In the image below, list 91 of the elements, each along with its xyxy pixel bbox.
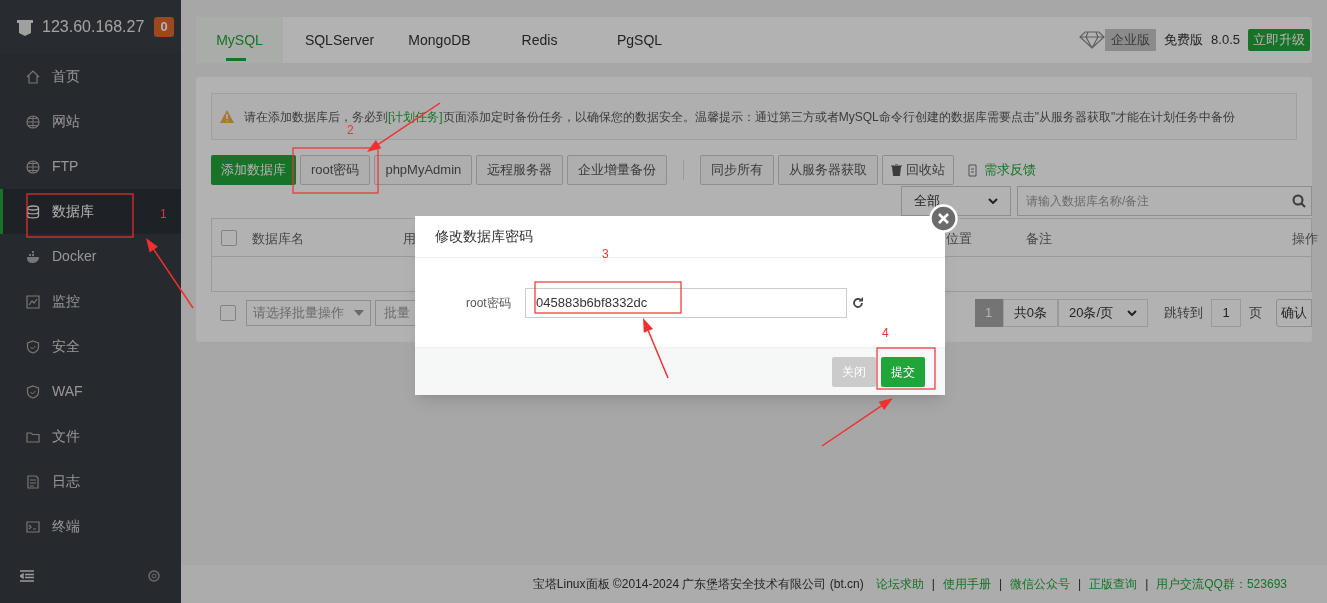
sidebar-item[interactable]: 网站 bbox=[0, 99, 181, 144]
recycle-bin-button[interactable]: 回收站 bbox=[882, 155, 955, 185]
column-header: 操作 bbox=[1292, 230, 1318, 248]
database-icon bbox=[26, 204, 40, 219]
footer-link[interactable]: 论坛求助 bbox=[875, 575, 924, 593]
footer-link[interactable]: 微信公众号 bbox=[1010, 575, 1071, 593]
enterprise-label[interactable]: 企业版 bbox=[1105, 29, 1157, 51]
page-number-field[interactable]: 1 bbox=[1211, 299, 1241, 327]
annotation-arrow bbox=[643, 318, 669, 379]
jump-label: 跳转到 bbox=[1164, 304, 1203, 323]
annotation-arrow bbox=[821, 398, 893, 447]
total-count: 共0条 bbox=[1002, 299, 1058, 327]
page-size-select[interactable]: 20条/页 bbox=[1057, 299, 1148, 327]
column-header: 备注 bbox=[1026, 230, 1052, 248]
document-icon bbox=[26, 474, 40, 489]
toolbar-button[interactable]: root密码 bbox=[300, 155, 371, 185]
tower-icon bbox=[16, 17, 34, 37]
toolbar-button[interactable]: 企业增量备份 bbox=[567, 155, 668, 185]
refresh-icon[interactable] bbox=[852, 296, 864, 309]
globe-icon bbox=[26, 159, 40, 174]
search-icon[interactable] bbox=[1292, 194, 1306, 208]
column-header: 用 bbox=[403, 230, 416, 248]
toolbar-button[interactable]: phpMyAdmin bbox=[374, 155, 473, 185]
sidebar-item[interactable]: FTP bbox=[0, 144, 181, 189]
footer-link[interactable]: 正版查询 bbox=[1089, 575, 1138, 593]
toolbar-button[interactable]: 同步所有 bbox=[700, 155, 775, 185]
server-address: 123.60.168.27 bbox=[42, 17, 145, 37]
separator: | bbox=[931, 576, 935, 593]
separator: | bbox=[998, 576, 1003, 593]
shield-icon bbox=[26, 339, 40, 354]
notification-badge[interactable]: 0 bbox=[154, 17, 174, 37]
chevron-icon bbox=[988, 198, 998, 204]
chevron-icon bbox=[1127, 310, 1137, 316]
chart-icon bbox=[26, 294, 40, 309]
sidebar-item[interactable]: 安全 bbox=[0, 324, 181, 369]
submit-button[interactable]: 提交 bbox=[881, 356, 925, 387]
terminal-icon bbox=[26, 519, 40, 534]
upgrade-button[interactable]: 立即升级 bbox=[1248, 29, 1310, 51]
column-header: 位置 bbox=[946, 230, 972, 248]
batch-checkbox[interactable] bbox=[220, 305, 236, 321]
home-icon bbox=[26, 69, 40, 84]
recycle-bin-label: 回收站 bbox=[906, 161, 946, 180]
settings-icon[interactable] bbox=[147, 569, 161, 583]
field-label: root密码 bbox=[466, 294, 512, 312]
annotation-number: 3 bbox=[602, 246, 609, 263]
separator: | bbox=[1078, 576, 1082, 593]
annotation-number: 4 bbox=[882, 325, 889, 342]
collapse-icon[interactable] bbox=[20, 570, 34, 582]
trash-icon bbox=[891, 164, 903, 176]
confirm-button[interactable]: 确认 bbox=[1276, 299, 1312, 327]
tab[interactable]: SQLServer bbox=[296, 17, 383, 63]
tab[interactable]: MySQL bbox=[196, 17, 283, 63]
annotation-box bbox=[876, 347, 936, 390]
password-field[interactable]: 045883b6bf8332dc bbox=[525, 287, 847, 318]
sidebar-item[interactable]: 文件 bbox=[0, 414, 181, 459]
page-unit-label: 页 bbox=[1249, 304, 1262, 323]
tab[interactable]: Redis bbox=[496, 17, 583, 63]
sidebar-item[interactable]: 终端 bbox=[0, 504, 181, 549]
batch-select[interactable]: 请选择批量操作 bbox=[246, 300, 371, 326]
toolbar-button[interactable]: 从服务器获取 bbox=[778, 155, 879, 185]
dialog-title: 修改数据库密码 bbox=[435, 227, 533, 246]
footer-link[interactable]: 用户交流QQ群：523693 bbox=[1156, 575, 1287, 593]
edition-label: 免费版 bbox=[1164, 31, 1204, 50]
separator: | bbox=[1145, 576, 1149, 593]
search-field[interactable]: 请输入数据库名称/备注 bbox=[1017, 186, 1312, 216]
warning-icon bbox=[220, 110, 234, 123]
whale-icon bbox=[26, 249, 40, 264]
column-header: 数据库名 bbox=[252, 230, 304, 248]
annotation-arrow bbox=[146, 238, 194, 309]
sidebar-item[interactable]: WAF bbox=[0, 369, 181, 414]
annotation-number: 1 bbox=[160, 206, 167, 223]
tab[interactable]: PgSQL bbox=[596, 17, 683, 63]
dropdown-icon bbox=[354, 310, 364, 316]
copyright-text: 宝塔Linux面板 ©2014-2024 广东堡塔安全技术有限公司 (bt.cn) bbox=[532, 576, 864, 593]
sidebar-item[interactable]: Docker bbox=[0, 234, 181, 279]
tab[interactable]: MongoDB bbox=[396, 17, 483, 63]
diamond-icon bbox=[1079, 31, 1106, 49]
category-select[interactable]: 全部 bbox=[901, 186, 1011, 216]
sidebar-item[interactable]: 监控 bbox=[0, 279, 181, 324]
folder-icon bbox=[26, 429, 40, 444]
sidebar-item[interactable]: 日志 bbox=[0, 459, 181, 504]
annotation-number: 2 bbox=[347, 123, 354, 139]
shield-icon bbox=[26, 384, 40, 399]
sidebar-item[interactable]: 首页 bbox=[0, 54, 181, 99]
footer-link[interactable]: 使用手册 bbox=[942, 575, 991, 593]
add-database-button[interactable]: 添加数据库 bbox=[211, 155, 296, 185]
toolbar-button[interactable]: 远程服务器 bbox=[476, 155, 564, 185]
globe-icon bbox=[26, 114, 40, 129]
version-label: 8.0.5 bbox=[1211, 31, 1240, 50]
select-all-checkbox[interactable] bbox=[221, 229, 237, 246]
feedback-link[interactable]: 需求反馈 bbox=[984, 160, 1037, 180]
